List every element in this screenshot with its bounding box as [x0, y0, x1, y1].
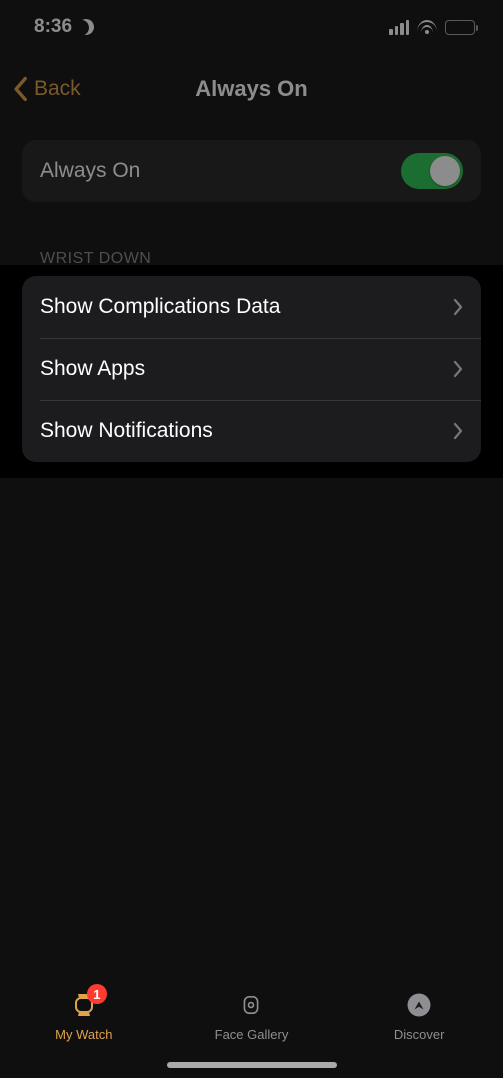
tab-face-gallery[interactable]: Face Gallery [191, 988, 311, 1042]
tab-my-watch[interactable]: 1 My Watch [24, 988, 144, 1042]
screen: 8:36 Back Always On Always On WRIST DOWN… [0, 0, 503, 1078]
cellular-icon [389, 20, 409, 35]
show-complications-row[interactable]: Show Complications Data [22, 276, 481, 338]
tab-discover[interactable]: Discover [359, 988, 479, 1042]
wifi-icon [417, 20, 437, 35]
nav-bar: Back Always On [0, 64, 503, 114]
always-on-label: Always On [40, 159, 140, 183]
always-on-toggle[interactable] [401, 153, 463, 189]
chevron-right-icon [453, 422, 463, 440]
row-label: Show Complications Data [40, 295, 280, 319]
battery-icon [445, 20, 475, 35]
always-on-row[interactable]: Always On [22, 140, 481, 202]
chevron-left-icon [12, 76, 28, 102]
show-apps-row[interactable]: Show Apps [22, 338, 481, 400]
chevron-right-icon [453, 298, 463, 316]
tab-label: My Watch [55, 1027, 112, 1042]
wrist-down-group: Show Complications Data Show Apps Show N… [22, 276, 481, 462]
face-gallery-icon [237, 991, 265, 1019]
badge: 1 [87, 984, 107, 1004]
tab-label: Face Gallery [215, 1027, 289, 1042]
status-bar: 8:36 [0, 0, 503, 54]
row-label: Show Notifications [40, 419, 213, 443]
back-button[interactable]: Back [12, 64, 81, 114]
wrist-down-header: WRIST DOWN [40, 250, 151, 268]
chevron-right-icon [453, 360, 463, 378]
show-notifications-row[interactable]: Show Notifications [22, 400, 481, 462]
row-label: Show Apps [40, 357, 145, 381]
do-not-disturb-icon [76, 17, 97, 38]
back-label: Back [34, 77, 81, 101]
home-indicator [167, 1062, 337, 1068]
page-title: Always On [195, 76, 307, 102]
compass-icon [404, 990, 434, 1020]
tab-label: Discover [394, 1027, 445, 1042]
status-time: 8:36 [34, 16, 72, 38]
always-on-group: Always On [22, 140, 481, 202]
